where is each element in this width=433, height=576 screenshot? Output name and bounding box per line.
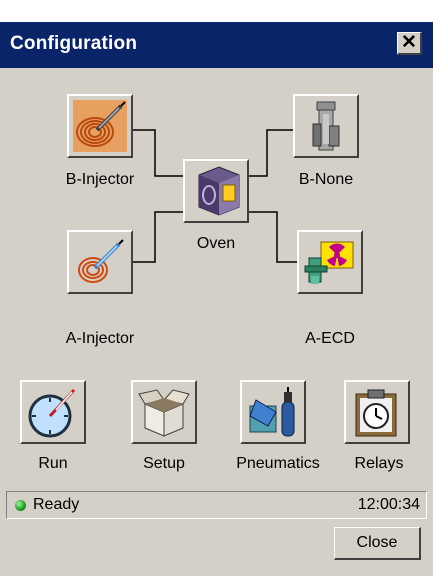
a-detector-button[interactable] — [297, 230, 363, 294]
stopwatch-syringe-icon — [28, 388, 76, 438]
close-button[interactable]: Close — [334, 527, 421, 560]
b-detector-label: B-None — [298, 171, 354, 188]
run-button[interactable] — [20, 380, 86, 444]
relays-label: Relays — [354, 455, 404, 472]
injector-icon — [78, 239, 124, 283]
empty-detector-icon — [312, 101, 340, 151]
oven-label: Oven — [196, 235, 236, 252]
b-detector-button[interactable] — [293, 94, 359, 158]
a-detector-label: A-ECD — [305, 330, 355, 347]
b-injector-label: B-Injector — [65, 171, 135, 188]
run-label: Run — [38, 455, 68, 472]
a-injector-button[interactable] — [67, 230, 133, 294]
box-icon — [138, 389, 190, 437]
relays-button[interactable] — [344, 380, 410, 444]
clipboard-stopwatch-icon — [355, 389, 397, 437]
setup-button[interactable] — [131, 380, 197, 444]
pneumatics-button[interactable] — [240, 380, 306, 444]
ecd-radiation-icon — [304, 241, 354, 284]
gas-cylinder-icon — [249, 387, 295, 437]
a-injector-label: A-Injector — [65, 330, 135, 347]
oven-button[interactable] — [183, 159, 249, 223]
setup-label: Setup — [143, 455, 185, 472]
oven-icon — [198, 166, 240, 216]
b-injector-button[interactable] — [67, 94, 133, 158]
status-text: Ready — [33, 496, 80, 513]
pneumatics-label: Pneumatics — [236, 455, 320, 472]
status-bar: Ready 12:00:34 — [6, 491, 427, 519]
status-time: 12:00:34 — [357, 496, 420, 513]
configuration-window: Configuration ✕ B-Injector B-None Oven A… — [0, 22, 433, 576]
status-indicator-icon — [15, 500, 26, 511]
injector-icon — [73, 100, 127, 152]
